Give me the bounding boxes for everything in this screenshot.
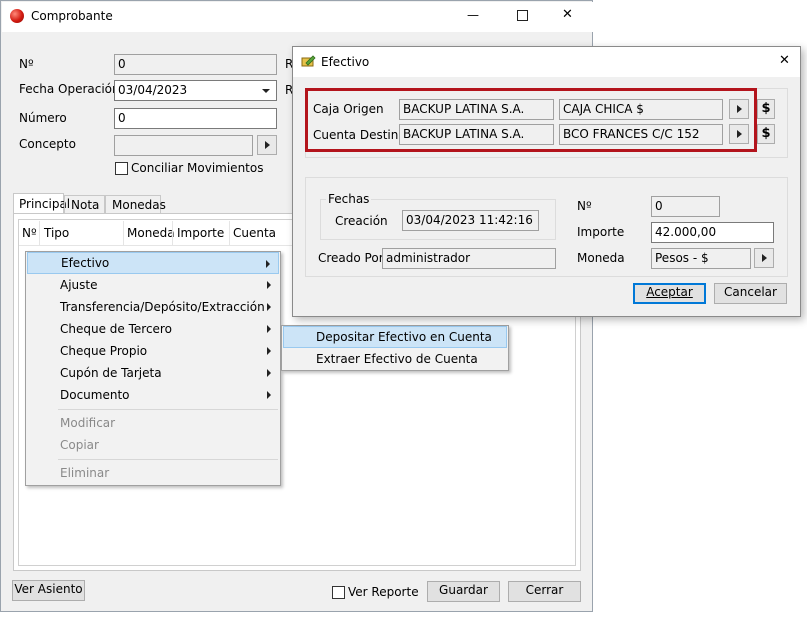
menu-separator: [58, 459, 278, 460]
aceptar-label: Aceptar: [646, 285, 693, 299]
chevron-right-icon: [267, 369, 271, 377]
moneda-select-button[interactable]: [754, 248, 774, 268]
conciliar-label: Conciliar Movimientos: [131, 161, 264, 175]
col-header-numero[interactable]: Nº: [22, 226, 37, 240]
col-header-tipo[interactable]: Tipo: [44, 226, 69, 240]
caja-origen-label: Caja Origen: [313, 102, 384, 116]
fecha-operacion-label: Fecha Operación: [19, 82, 120, 96]
cuenta-destino-currency-button[interactable]: $: [757, 124, 775, 144]
menu-item-efectivo-label: Efectivo: [61, 256, 110, 270]
col-divider: [229, 221, 230, 245]
menu-separator: [58, 409, 278, 410]
importe-input[interactable]: 42.000,00: [651, 222, 774, 243]
caja-origen-select-button[interactable]: [729, 99, 749, 119]
dialog-close-icon[interactable]: ✕: [779, 54, 790, 68]
menu-item-cheque-propio-label: Cheque Propio: [60, 344, 148, 358]
dialog-numero-field[interactable]: 0: [651, 196, 720, 217]
menu-item-cupon-tarjeta-label: Cupón de Tarjeta: [60, 366, 162, 380]
ver-asiento-button[interactable]: Ver Asiento: [12, 580, 85, 601]
minimize-icon[interactable]: —: [467, 8, 479, 22]
maximize-icon[interactable]: [517, 10, 528, 21]
menu-item-cheque-tercero[interactable]: Cheque de Tercero: [27, 318, 279, 340]
submenu-item-extraer-label: Extraer Efectivo de Cuenta: [316, 352, 478, 366]
concepto-field[interactable]: [114, 135, 253, 156]
numero-label: Número: [19, 111, 67, 125]
col-divider: [172, 221, 173, 245]
window-title: Comprobante: [31, 9, 113, 23]
concepto-select-button[interactable]: [257, 135, 277, 155]
menu-item-transferencia-label: Transferencia/Depósito/Extracción: [60, 300, 265, 314]
menu-item-modificar[interactable]: Modificar: [27, 412, 279, 434]
menu-item-modificar-label: Modificar: [60, 416, 116, 430]
tab-principal-label: Principal: [19, 197, 71, 211]
menu-item-eliminar[interactable]: Eliminar: [27, 462, 279, 484]
tab-monedas[interactable]: Monedas: [105, 195, 166, 214]
menu-item-efectivo[interactable]: Efectivo: [27, 252, 279, 274]
fecha-operacion-value: 03/04/2023: [118, 83, 188, 97]
chevron-right-icon: [266, 260, 270, 268]
dialog-numero-label: Nº: [577, 199, 592, 213]
cuenta-destino-select-button[interactable]: [729, 124, 749, 144]
importe-label: Importe: [577, 225, 625, 239]
ver-reporte-checkbox[interactable]: [332, 586, 345, 599]
chevron-down-icon: [262, 89, 270, 93]
menu-item-cheque-tercero-label: Cheque de Tercero: [60, 322, 172, 336]
creado-por-field[interactable]: administrador: [382, 248, 556, 269]
caja-origen-cuenta-field[interactable]: CAJA CHICA $: [559, 99, 723, 120]
col-divider: [39, 221, 40, 245]
dialog-title: Efectivo: [321, 55, 370, 69]
chevron-right-icon: [267, 303, 271, 311]
caja-origen-currency-button[interactable]: $: [757, 99, 775, 119]
menu-item-copiar-label: Copiar: [60, 438, 99, 452]
creacion-label: Creación: [335, 214, 388, 228]
tab-nota[interactable]: Nota: [64, 195, 105, 214]
submenu-item-depositar[interactable]: Depositar Efectivo en Cuenta: [283, 326, 507, 348]
tab-principal[interactable]: Principal: [13, 193, 70, 214]
edit-icon: [301, 55, 316, 67]
col-divider: [123, 221, 124, 245]
submenu-item-depositar-label: Depositar Efectivo en Cuenta: [316, 330, 492, 344]
concepto-label: Concepto: [19, 137, 76, 151]
col-header-moneda[interactable]: Moneda: [127, 226, 175, 240]
cuenta-destino-label: Cuenta Destino: [313, 128, 406, 142]
creacion-field[interactable]: 03/04/2023 11:42:16: [402, 210, 539, 231]
numero-input[interactable]: 0: [114, 108, 277, 129]
tab-monedas-label: Monedas: [112, 198, 166, 212]
menu-item-transferencia[interactable]: Transferencia/Depósito/Extracción: [27, 296, 279, 318]
menu-item-cupon-tarjeta[interactable]: Cupón de Tarjeta: [27, 362, 279, 384]
fecha-operacion-select[interactable]: 03/04/2023: [114, 80, 277, 101]
guardar-button[interactable]: Guardar: [427, 581, 500, 602]
numero-corto-label: Nº: [19, 57, 34, 71]
chevron-right-icon: [267, 347, 271, 355]
menu-item-documento-label: Documento: [60, 388, 130, 402]
cuenta-destino-empresa-field[interactable]: BACKUP LATINA S.A.: [399, 124, 554, 145]
col-header-importe[interactable]: Importe: [177, 226, 224, 240]
fechas-legend: Fechas: [326, 192, 372, 206]
chevron-right-icon: [267, 391, 271, 399]
chevron-right-icon: [267, 281, 271, 289]
cancelar-button[interactable]: Cancelar: [714, 283, 787, 304]
moneda-field[interactable]: Pesos - $: [651, 248, 751, 269]
cerrar-button[interactable]: Cerrar: [508, 581, 581, 602]
menu-item-ajuste-label: Ajuste: [60, 278, 98, 292]
caja-origen-empresa-field[interactable]: BACKUP LATINA S.A.: [399, 99, 554, 120]
menu-item-copiar[interactable]: Copiar: [27, 434, 279, 456]
ver-reporte-label: Ver Reporte: [348, 585, 419, 599]
numero-corto-field[interactable]: 0: [114, 54, 277, 75]
tab-nota-label: Nota: [71, 198, 100, 212]
col-header-cuenta[interactable]: Cuenta: [233, 226, 276, 240]
app-icon: [10, 9, 24, 23]
submenu-item-extraer[interactable]: Extraer Efectivo de Cuenta: [283, 348, 507, 370]
menu-item-ajuste[interactable]: Ajuste: [27, 274, 279, 296]
aceptar-button[interactable]: Aceptar: [633, 283, 706, 304]
moneda-label: Moneda: [577, 251, 625, 265]
conciliar-checkbox[interactable]: [115, 162, 128, 175]
menu-item-eliminar-label: Eliminar: [60, 466, 110, 480]
creado-por-label: Creado Por: [318, 251, 384, 265]
cuenta-destino-cuenta-field[interactable]: BCO FRANCES C/C 152: [559, 124, 723, 145]
close-icon[interactable]: ✕: [562, 8, 573, 22]
menu-item-cheque-propio[interactable]: Cheque Propio: [27, 340, 279, 362]
chevron-right-icon: [267, 325, 271, 333]
menu-item-documento[interactable]: Documento: [27, 384, 279, 406]
